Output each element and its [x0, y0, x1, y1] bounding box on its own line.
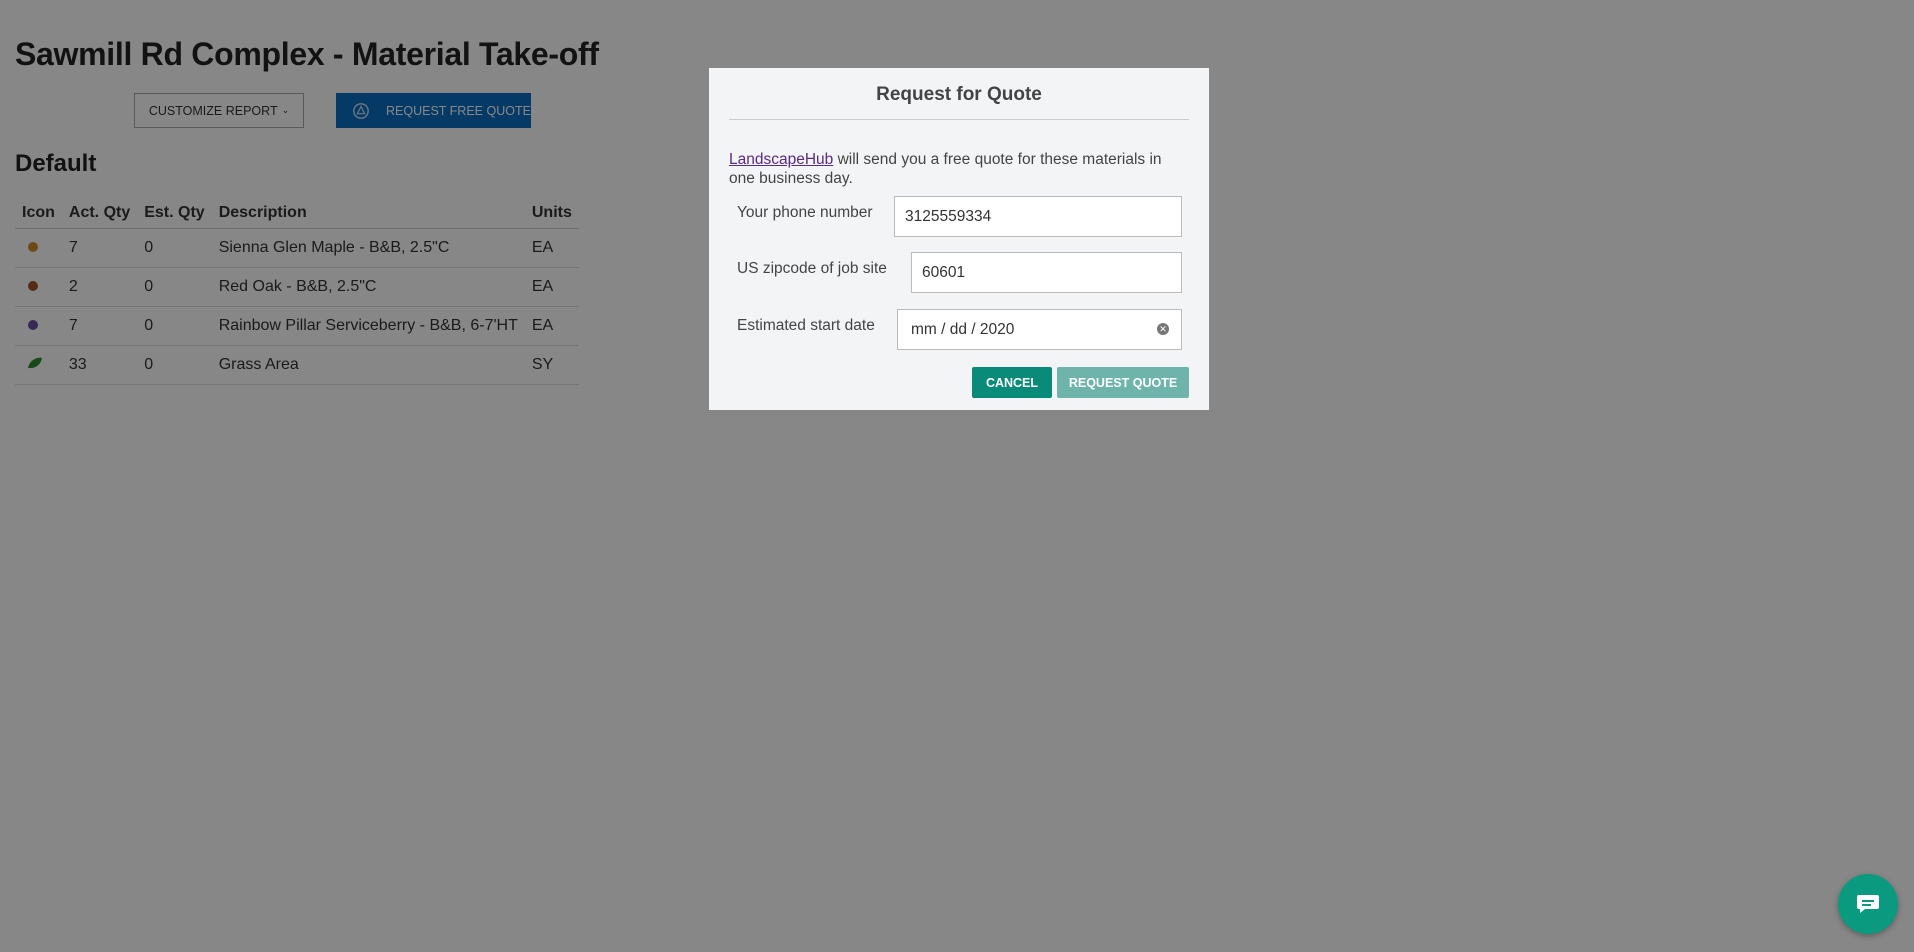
zip-value: 60601 [922, 263, 966, 281]
date-label: Estimated start date [737, 317, 875, 334]
phone-label: Your phone number [737, 204, 873, 221]
landscapehub-link[interactable]: LandscapeHub [729, 151, 833, 168]
zip-label: US zipcode of job site [737, 260, 887, 277]
phone-field[interactable]: 3125559334 [894, 196, 1182, 237]
zipcode-field[interactable]: 60601 [911, 252, 1182, 293]
clear-icon[interactable]: ✕ [1157, 323, 1169, 335]
start-date-field[interactable]: mm / dd / 2020 ✕ [897, 309, 1182, 350]
dialog-title: Request for Quote [729, 68, 1189, 120]
request-quote-button[interactable]: REQUEST QUOTE [1057, 367, 1189, 398]
request-quote-dialog: Request for Quote LandscapeHub will send… [709, 68, 1209, 410]
cancel-button[interactable]: CANCEL [972, 367, 1052, 398]
dialog-intro: LandscapeHub will send you a free quote … [729, 150, 1189, 188]
chat-button[interactable] [1838, 874, 1898, 934]
chat-bubble-icon [1857, 895, 1879, 913]
phone-value: 3125559334 [905, 207, 992, 225]
date-value: mm / dd / 2020 [911, 320, 1015, 338]
